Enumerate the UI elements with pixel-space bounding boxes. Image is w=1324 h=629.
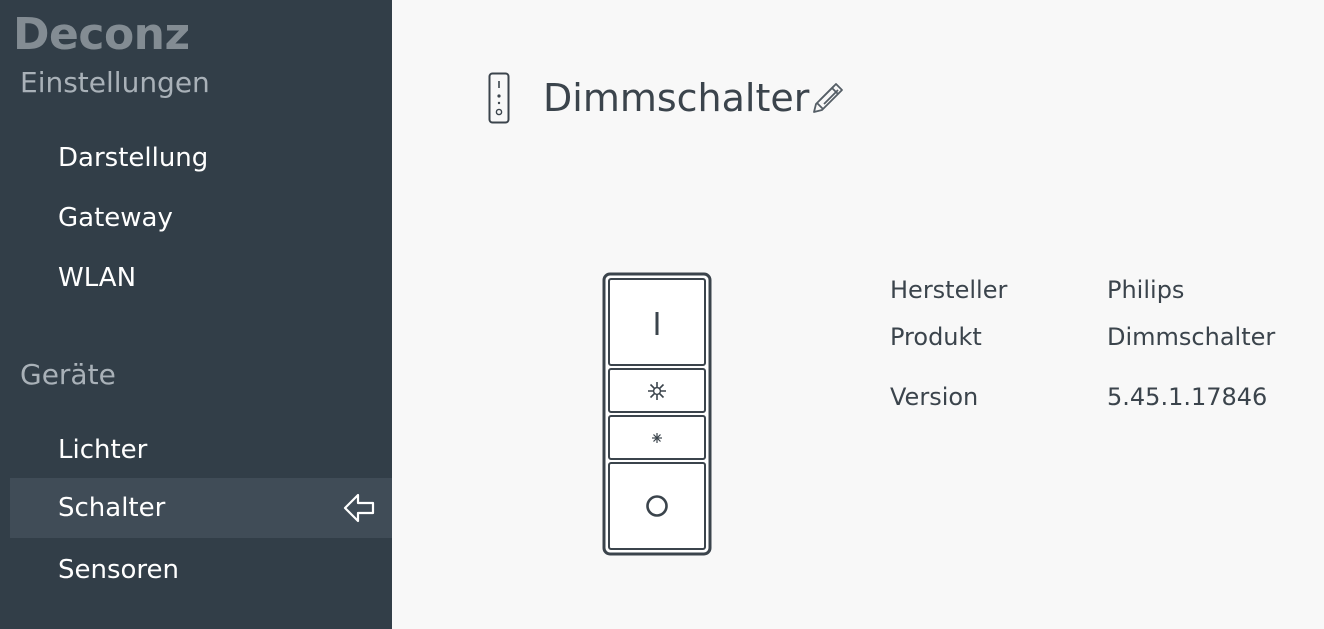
sidebar-item-wlan[interactable]: WLAN (10, 248, 392, 308)
info-value: 5.45.1.17846 (1107, 383, 1268, 411)
sidebar-item-darstellung[interactable]: Darstellung (10, 128, 392, 188)
info-key: Version (890, 383, 979, 411)
sidebar-item-label: Lichter (58, 435, 148, 465)
page-title: Dimmschalter (543, 76, 810, 120)
sidebar-item-label: Darstellung (58, 143, 209, 173)
switch-on-button (608, 278, 706, 366)
info-value: Philips (1107, 276, 1185, 304)
sidebar-item-gateway[interactable]: Gateway (10, 188, 392, 248)
sidebar-item-lichter[interactable]: Lichter (10, 420, 392, 480)
info-key: Hersteller (890, 276, 1008, 304)
sidebar-item-sensoren[interactable]: Sensoren (10, 540, 392, 600)
devices-section-title: Geräte (20, 358, 116, 391)
info-row-produkt: Produkt Dimmschalter (890, 317, 1324, 357)
brightness-down-icon (652, 433, 662, 443)
off-icon (646, 495, 668, 517)
sidebar-item-label: Schalter (58, 493, 166, 523)
sidebar-item-label: Sensoren (58, 555, 180, 585)
info-row-hersteller: Hersteller Philips (890, 270, 1324, 310)
dimmer-switch-illustration (602, 272, 712, 556)
main-content: Dimmschalter Hersteller Philips Produkt … (392, 0, 1324, 629)
arrow-left-icon (343, 493, 375, 523)
info-row-version: Version 5.45.1.17846 (890, 377, 1324, 417)
sidebar-item-schalter[interactable]: Schalter (10, 478, 392, 538)
pencil-icon[interactable] (810, 78, 848, 116)
on-icon (655, 312, 659, 335)
remote-switch-icon (488, 72, 510, 124)
app-brand: Deconz (13, 9, 190, 60)
sidebar: Deconz Einstellungen Darstellung Gateway… (0, 0, 392, 629)
sidebar-item-label: WLAN (58, 263, 137, 293)
info-value: Dimmschalter (1107, 323, 1276, 351)
brightness-up-icon (648, 382, 666, 400)
info-key: Produkt (890, 323, 982, 351)
sidebar-item-label: Gateway (58, 203, 173, 233)
switch-dimmer-button (608, 415, 706, 460)
switch-off-button (608, 462, 706, 550)
switch-brighter-button (608, 368, 706, 413)
settings-section-title: Einstellungen (20, 66, 210, 99)
